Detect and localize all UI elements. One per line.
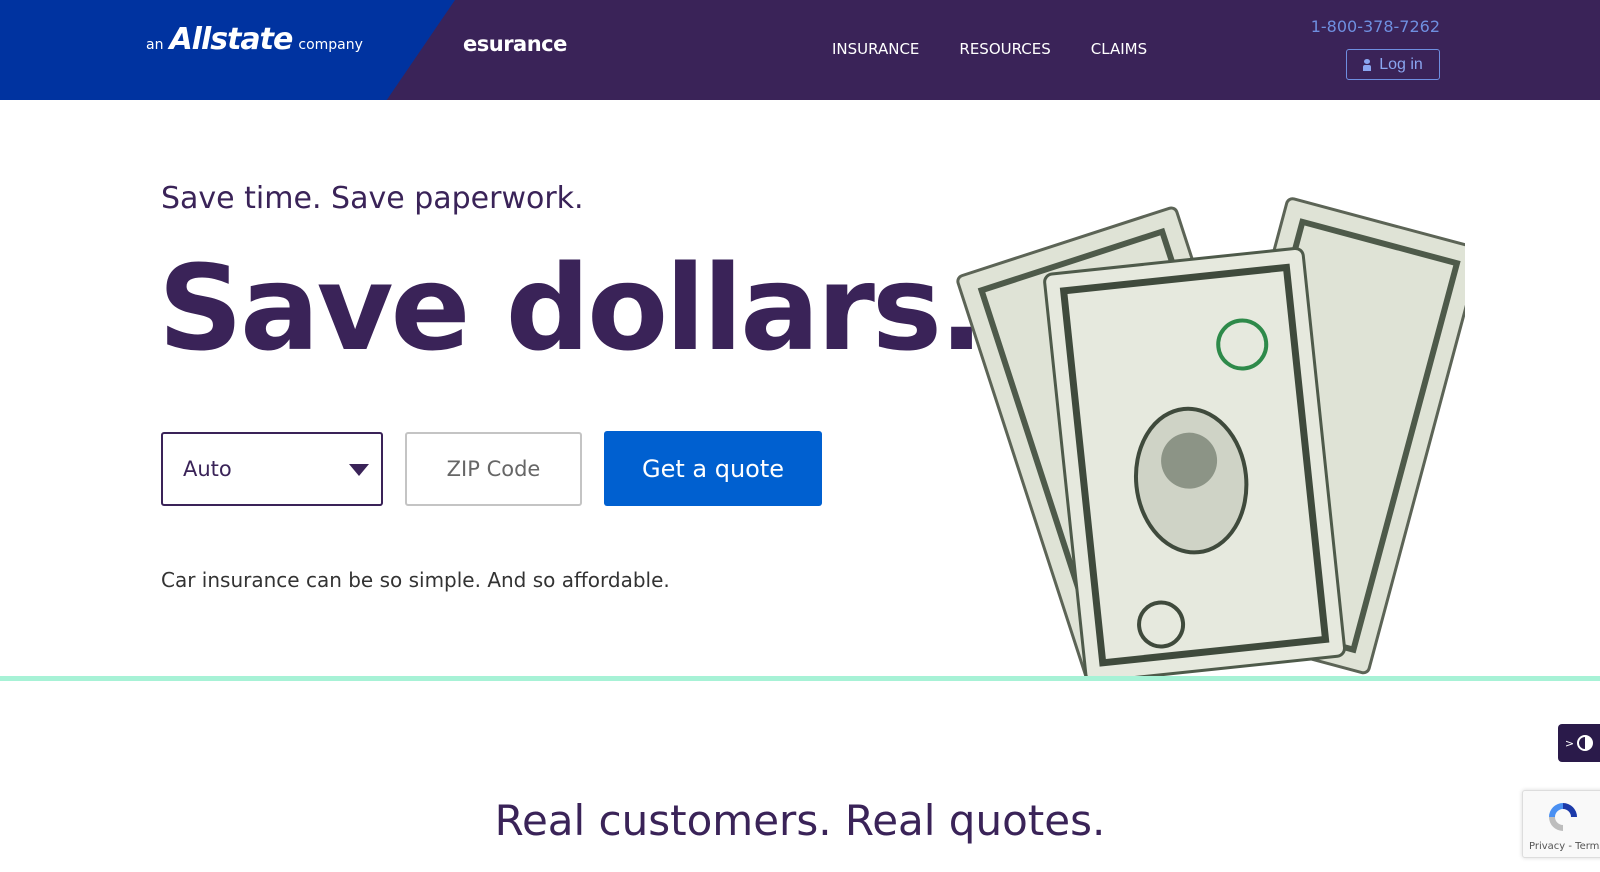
main-nav: INSURANCE RESOURCES CLAIMS	[832, 40, 1147, 58]
chevron-down-icon	[349, 464, 369, 476]
allstate-prefix: an	[146, 37, 164, 53]
allstate-suffix: company	[298, 37, 363, 53]
section-divider	[0, 676, 1600, 681]
phone-link[interactable]: 1-800-378-7262	[1311, 17, 1440, 36]
section-title: Real customers. Real quotes.	[494, 796, 1106, 845]
get-quote-button[interactable]: Get a quote	[604, 431, 822, 506]
login-button[interactable]: Log in	[1346, 49, 1440, 80]
site-header: an Allstate company esurance INSURANCE R…	[0, 0, 1600, 100]
allstate-logo[interactable]: an Allstate company	[146, 22, 363, 57]
select-value: Auto	[183, 457, 232, 481]
dollar-bill-front	[1043, 246, 1347, 678]
expand-chevron-icon: >	[1564, 736, 1575, 750]
zip-code-input[interactable]	[405, 432, 582, 506]
nav-claims[interactable]: CLAIMS	[1091, 40, 1147, 58]
user-icon	[1363, 58, 1372, 71]
hero-kicker: Save time. Save paperwork.	[161, 181, 584, 216]
recaptcha-badge[interactable]: Privacy - Terms	[1522, 790, 1600, 858]
nav-insurance[interactable]: INSURANCE	[832, 40, 919, 58]
hero-headline: Save dollars.	[158, 239, 984, 377]
login-label: Log in	[1379, 55, 1423, 73]
dollar-bills-image	[956, 197, 1465, 678]
recaptcha-icon	[1549, 803, 1577, 831]
insurance-type-select[interactable]: Auto	[161, 432, 383, 506]
esurance-logo[interactable]: esurance	[463, 32, 567, 56]
hero-subtext: Car insurance can be so simple. And so a…	[161, 568, 670, 592]
contrast-icon	[1577, 735, 1594, 751]
allstate-name: Allstate	[169, 22, 293, 57]
contrast-toggle[interactable]: >	[1558, 724, 1600, 762]
recaptcha-links[interactable]: Privacy - Terms	[1529, 841, 1600, 852]
nav-resources[interactable]: RESOURCES	[959, 40, 1050, 58]
